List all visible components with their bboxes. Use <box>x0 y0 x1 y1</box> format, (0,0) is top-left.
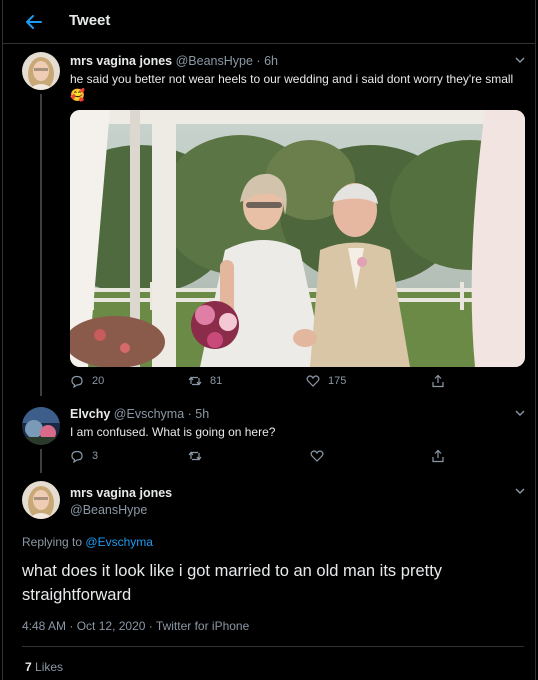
tweet-text: he said you better not wear heels to our… <box>70 72 514 102</box>
tweet-date[interactable]: Oct 12, 2020 <box>77 619 146 633</box>
reply-icon <box>71 450 83 463</box>
avatar[interactable] <box>22 407 60 445</box>
tweet-time[interactable]: 5h <box>195 407 209 421</box>
page-title: Tweet <box>69 12 111 29</box>
reply-count: 3 <box>92 450 99 462</box>
tweet-actions: 3 <box>70 449 530 465</box>
retweet-count: 81 <box>210 375 223 387</box>
like-button[interactable] <box>310 449 324 463</box>
tweet-actions: 20 81 175 <box>70 374 530 390</box>
tweet-time[interactable]: 6h <box>264 54 278 68</box>
thread-line <box>40 449 42 473</box>
avatar[interactable] <box>22 52 60 90</box>
tweet-photo[interactable] <box>70 110 525 367</box>
tweet-time[interactable]: 4:48 AM <box>22 619 66 633</box>
avatar[interactable] <box>22 481 60 519</box>
replying-to-link[interactable]: @Evschyma <box>85 535 153 549</box>
tweet-page: Tweet mrs vagina jones @BeansHype · 6h h… <box>2 0 536 680</box>
likes-label: Likes <box>35 660 64 674</box>
like-button[interactable]: 175 <box>306 374 346 388</box>
like-count: 175 <box>328 375 347 387</box>
retweet-button[interactable]: 81 <box>188 374 222 388</box>
tweet-author[interactable]: Elvchy @Evschyma · 5h <box>70 407 209 421</box>
author-name[interactable]: mrs vagina jones <box>70 486 172 500</box>
tweet-author[interactable]: mrs vagina jones @BeansHype <box>70 485 172 519</box>
like-count: 7 <box>25 660 32 674</box>
retweet-button[interactable] <box>188 449 202 463</box>
author-name[interactable]: Elvchy <box>70 407 110 421</box>
chevron-down-icon[interactable] <box>514 485 526 497</box>
reply-count: 20 <box>92 375 105 387</box>
divider <box>22 646 524 647</box>
tweet-author[interactable]: mrs vagina jones @BeansHype · 6h <box>70 54 278 68</box>
chevron-down-icon[interactable] <box>514 54 526 66</box>
tweet-client[interactable]: Twitter for iPhone <box>156 619 249 633</box>
author-name[interactable]: mrs vagina jones <box>70 54 172 68</box>
share-icon <box>432 449 444 463</box>
share-button[interactable] <box>431 449 445 463</box>
share-button[interactable] <box>431 374 445 388</box>
reply-button[interactable]: 20 <box>70 374 104 388</box>
tweet-meta: 4:48 AM · Oct 12, 2020 · Twitter for iPh… <box>22 619 250 633</box>
back-arrow-icon[interactable] <box>24 12 44 32</box>
reply-button[interactable]: 3 <box>70 449 98 463</box>
author-handle[interactable]: @Evschyma <box>114 407 184 421</box>
emoji: 🥰 <box>70 88 85 102</box>
heart-icon <box>306 375 320 387</box>
header: Tweet <box>3 0 535 44</box>
author-handle[interactable]: @BeansHype <box>70 503 147 517</box>
share-icon <box>432 374 444 388</box>
tweet-text: I am confused. What is going on here? <box>70 425 276 439</box>
retweet-icon <box>188 376 202 386</box>
thread-line <box>40 94 42 396</box>
likes-summary[interactable]: 7 Likes <box>25 660 63 674</box>
replying-to: Replying to @Evschyma <box>22 535 153 549</box>
author-handle[interactable]: @BeansHype <box>176 54 253 68</box>
retweet-icon <box>188 451 202 461</box>
chevron-down-icon[interactable] <box>514 407 526 419</box>
reply-icon <box>71 375 83 388</box>
main-tweet-text: what does it look like i got married to … <box>22 562 443 604</box>
heart-icon <box>310 450 324 462</box>
